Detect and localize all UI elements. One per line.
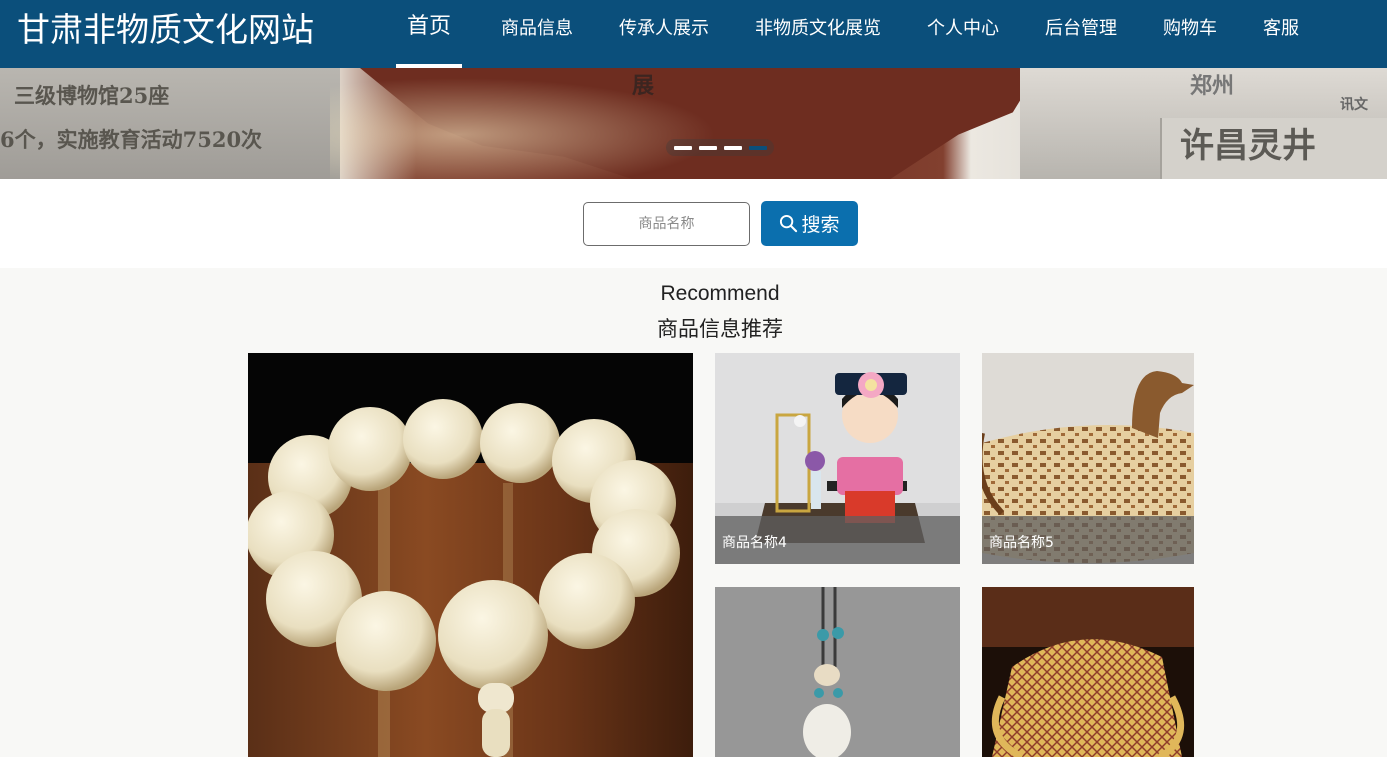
carousel-dot-active[interactable] bbox=[748, 145, 767, 150]
banner-text: 许昌灵井 bbox=[1180, 126, 1316, 166]
carousel-dot[interactable] bbox=[698, 145, 717, 150]
banner-text: 三级博物馆25座 bbox=[14, 83, 170, 108]
nav-item-service[interactable]: 客服 bbox=[1240, 0, 1322, 68]
search-button[interactable]: 搜索 bbox=[761, 201, 858, 246]
product-image-bracelet bbox=[248, 353, 693, 757]
product-card[interactable] bbox=[715, 587, 960, 757]
product-image-pendant bbox=[715, 587, 960, 757]
search-button-label: 搜索 bbox=[801, 214, 840, 236]
carousel-dot[interactable] bbox=[673, 145, 692, 150]
recommend-title-en: Recommend bbox=[660, 282, 780, 305]
header: 甘肃非物质文化网站 首页 商品信息 传承人展示 非物质文化展览 个人中心 后台管… bbox=[0, 0, 1387, 68]
nav-item-exhibition[interactable]: 非物质文化展览 bbox=[732, 0, 904, 68]
nav-item-inheritors[interactable]: 传承人展示 bbox=[596, 0, 732, 68]
carousel-indicators bbox=[666, 139, 774, 156]
nav-item-home[interactable]: 首页 bbox=[380, 0, 478, 68]
product-caption: 商品名称4 bbox=[715, 516, 960, 564]
product-caption: 商品名称5 bbox=[982, 516, 1194, 564]
product-card[interactable] bbox=[248, 353, 693, 757]
banner-carousel[interactable]: 三级博物馆25座 6个，实施教育活动7520次 展 许昌灵井 郑州 讯文 bbox=[0, 68, 1387, 179]
product-card[interactable]: 商品名称5 bbox=[982, 353, 1194, 564]
nav-item-products[interactable]: 商品信息 bbox=[478, 0, 596, 68]
banner-text: 展 bbox=[632, 73, 655, 99]
banner-text: 讯文 bbox=[1340, 97, 1368, 113]
carousel-dot[interactable] bbox=[723, 145, 742, 150]
nav-item-admin[interactable]: 后台管理 bbox=[1022, 0, 1140, 68]
product-image-bamboo-basket bbox=[982, 587, 1194, 757]
search-icon bbox=[780, 214, 798, 233]
product-card[interactable] bbox=[982, 587, 1194, 757]
banner-text: 郑州 bbox=[1190, 73, 1235, 99]
nav-item-profile[interactable]: 个人中心 bbox=[904, 0, 1022, 68]
banner-text: 6个，实施教育活动7520次 bbox=[0, 127, 263, 152]
search-input[interactable] bbox=[583, 202, 750, 246]
banner-light bbox=[330, 68, 760, 179]
main-nav: 首页 商品信息 传承人展示 非物质文化展览 个人中心 后台管理 购物车 客服 bbox=[380, 0, 1322, 68]
nav-item-cart[interactable]: 购物车 bbox=[1140, 0, 1240, 68]
recommend-title-zh: 商品信息推荐 bbox=[657, 317, 783, 341]
product-card[interactable]: 商品名称4 bbox=[715, 353, 960, 564]
site-title[interactable]: 甘肃非物质文化网站 bbox=[17, 8, 314, 52]
